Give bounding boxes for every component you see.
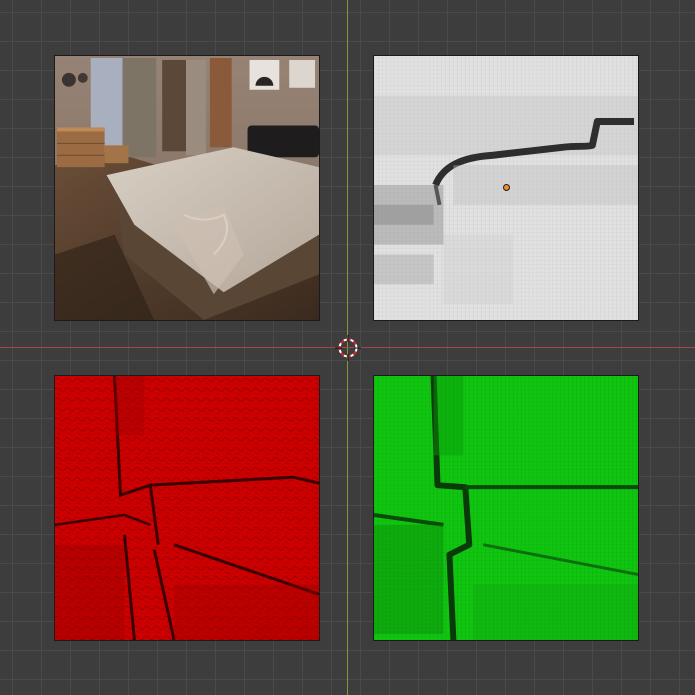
- object-origin-icon: [503, 184, 510, 191]
- 3d-viewport[interactable]: [0, 0, 695, 695]
- green-channel-map-image: [374, 376, 638, 640]
- 3d-cursor-icon[interactable]: [335, 335, 361, 361]
- bedroom-photo-plane[interactable]: [54, 55, 320, 321]
- bedroom-photo-image: [55, 56, 319, 320]
- green-channel-map-plane[interactable]: [373, 375, 639, 641]
- red-channel-map-plane[interactable]: [54, 375, 320, 641]
- red-channel-map-image: [55, 376, 319, 640]
